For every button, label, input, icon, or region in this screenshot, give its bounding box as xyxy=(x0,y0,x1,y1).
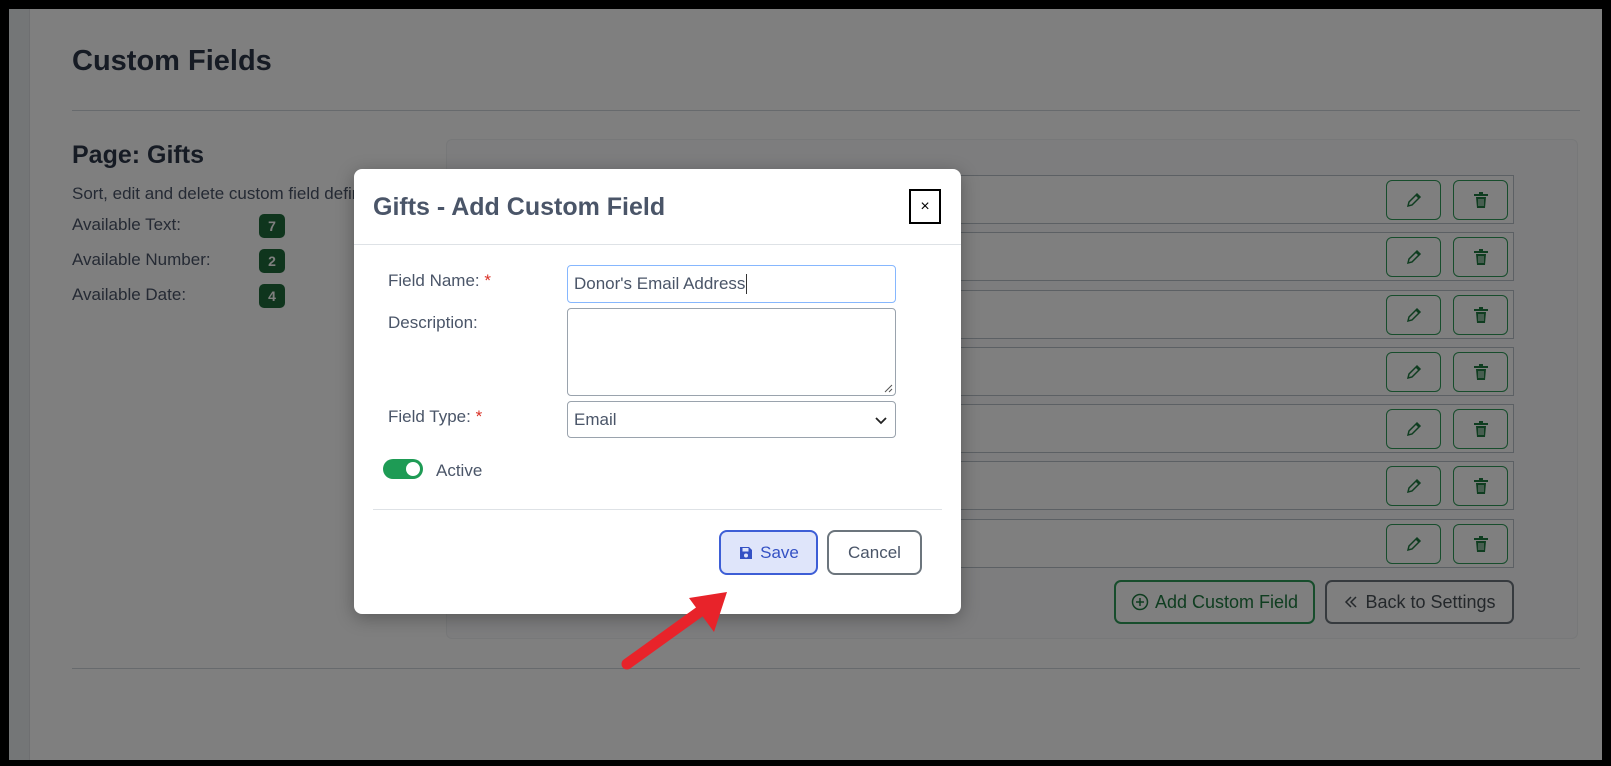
modal-header-divider xyxy=(354,244,961,245)
add-custom-field-modal: Gifts - Add Custom Field × Field Name: *… xyxy=(354,169,961,614)
close-button[interactable]: × xyxy=(909,189,941,224)
modal-footer-divider xyxy=(373,509,942,510)
cancel-button[interactable]: Cancel xyxy=(827,530,922,575)
field-type-select[interactable]: Email xyxy=(567,401,896,438)
toggle-knob xyxy=(406,462,420,476)
required-marker: * xyxy=(484,271,491,290)
modal-title: Gifts - Add Custom Field xyxy=(373,193,666,221)
chevron-down-icon xyxy=(875,416,887,424)
floppy-disk-icon xyxy=(740,546,753,559)
field-type-label: Field Type: * xyxy=(388,407,482,427)
description-textarea[interactable] xyxy=(567,308,896,396)
resize-grip-icon[interactable] xyxy=(883,383,893,393)
field-type-label-text: Field Type: xyxy=(388,407,471,426)
annotation-arrow-icon xyxy=(621,592,727,670)
description-label: Description: xyxy=(388,313,478,332)
field-type-value: Email xyxy=(574,409,617,429)
required-marker: * xyxy=(475,407,483,426)
text-cursor xyxy=(746,274,748,294)
save-button[interactable]: Save xyxy=(719,530,818,575)
active-toggle[interactable] xyxy=(383,459,423,479)
save-label: Save xyxy=(760,542,799,562)
field-name-input[interactable]: Donor's Email Address xyxy=(567,265,896,303)
active-label: Active xyxy=(436,461,483,480)
field-name-value: Donor's Email Address xyxy=(574,274,746,293)
field-name-label-text: Field Name: xyxy=(388,271,480,290)
field-name-label: Field Name: * xyxy=(388,271,491,291)
app-frame: Custom Fields Page: Gifts Sort, edit and… xyxy=(9,9,1602,760)
